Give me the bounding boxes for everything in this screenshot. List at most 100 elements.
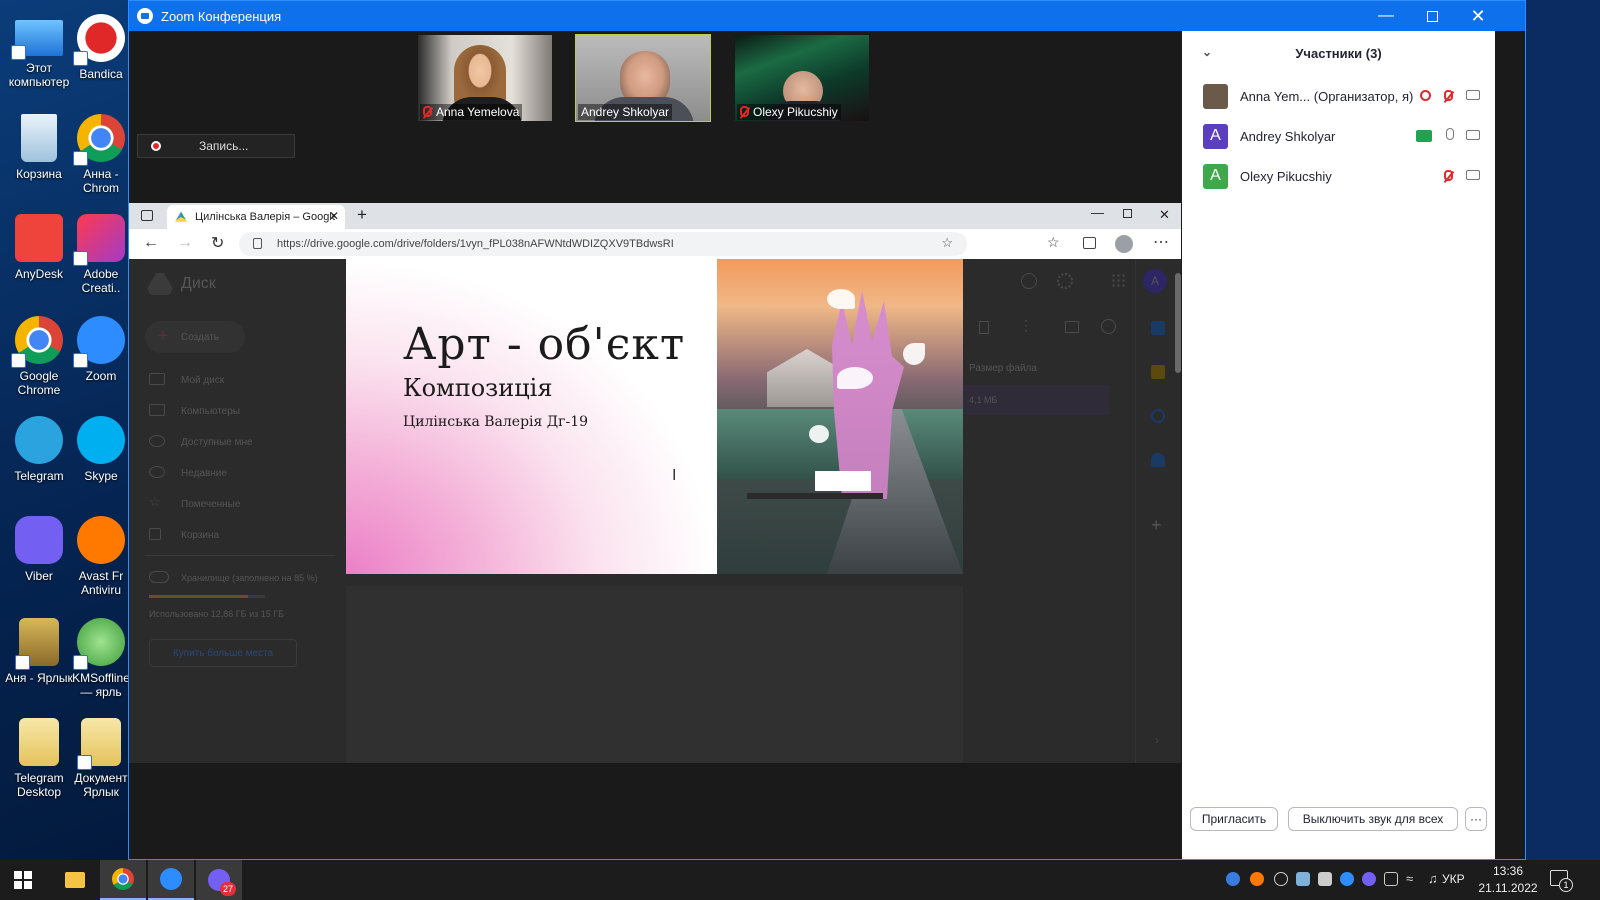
back-icon[interactable]: ← xyxy=(143,234,159,252)
drive-nav-my-drive[interactable]: Мой диск xyxy=(181,375,224,386)
desktop-icon-this-pc[interactable]: Этот компьютер xyxy=(0,8,78,108)
file-row-selected[interactable]: 4,1 МБ xyxy=(959,385,1109,415)
drive-nav-shared[interactable]: Доступные мне xyxy=(181,437,253,448)
microphone-icon[interactable] xyxy=(1446,128,1454,140)
taskbar-zoom[interactable] xyxy=(148,860,194,900)
refresh-icon[interactable]: ↻ xyxy=(211,233,224,253)
video-camera-icon[interactable] xyxy=(1466,130,1480,140)
tray-files-icon[interactable] xyxy=(1318,872,1332,886)
participant-row-olexy[interactable]: A Olexy Pikucshiy xyxy=(1182,156,1495,196)
desktop-icon-documents[interactable]: Документ Ярлык xyxy=(72,712,130,812)
video-tile-anna[interactable]: Anna Yemelova xyxy=(417,34,553,122)
mute-all-button[interactable]: Выключить звук для всех xyxy=(1288,807,1458,831)
more-vert-icon[interactable]: ⋮ xyxy=(1019,317,1033,334)
video-camera-icon[interactable] xyxy=(1466,90,1480,100)
url-input[interactable]: https://drive.google.com/drive/folders/1… xyxy=(239,232,967,256)
battery-icon[interactable] xyxy=(1384,872,1398,886)
video-tile-andrey[interactable]: Andrey Shkolyar xyxy=(575,34,711,122)
invite-button[interactable]: Пригласить xyxy=(1190,807,1278,831)
settings-gear-icon[interactable] xyxy=(1057,273,1073,289)
taskbar-chrome[interactable] xyxy=(100,860,146,900)
close-tab-icon[interactable]: ✕ xyxy=(329,209,339,223)
buy-storage-button[interactable]: Купить больше места xyxy=(149,639,297,667)
language-indicator[interactable]: УКР xyxy=(1442,872,1465,886)
help-icon[interactable] xyxy=(1021,273,1037,289)
tasks-icon[interactable] xyxy=(1151,409,1165,423)
desktop-icon-skype[interactable]: Skype xyxy=(72,410,130,510)
info-icon[interactable] xyxy=(1101,319,1116,334)
grid-view-icon[interactable] xyxy=(1065,321,1079,333)
close-window-button[interactable]: ✕ xyxy=(1455,1,1501,31)
taskbar-clock[interactable]: 13:36 21.11.2022 xyxy=(1478,863,1538,897)
profile-avatar[interactable] xyxy=(1115,235,1133,253)
recording-indicator[interactable]: Запись... xyxy=(137,134,295,158)
scrollbar-thumb[interactable] xyxy=(1175,273,1181,373)
wifi-icon[interactable]: ≈ xyxy=(1406,872,1420,886)
desktop-icon-adobe-cc[interactable]: Adobe Creati.. xyxy=(72,208,130,308)
participant-row-andrey[interactable]: A Andrey Shkolyar xyxy=(1182,116,1495,156)
calendar-icon[interactable] xyxy=(1151,321,1165,335)
mic-muted-icon[interactable] xyxy=(1444,168,1460,184)
minimize-button[interactable]: — xyxy=(1363,1,1409,31)
drive-nav-computers[interactable]: Компьютеры xyxy=(181,406,240,417)
add-addon-icon[interactable]: + xyxy=(1151,515,1162,536)
desktop-icon-recycle-bin[interactable]: Корзина xyxy=(0,108,78,208)
account-avatar[interactable]: A xyxy=(1143,269,1167,293)
chevron-down-icon[interactable]: ⌄ xyxy=(1202,45,1212,59)
desktop-icon-viber[interactable]: Viber xyxy=(0,510,78,610)
trash-icon xyxy=(149,528,161,540)
tray-avast-icon[interactable] xyxy=(1250,872,1264,886)
favorite-star-icon[interactable]: ☆ xyxy=(941,235,953,251)
taskbar-viber[interactable]: 27 xyxy=(196,860,242,900)
notification-center-icon[interactable]: 1 xyxy=(1550,870,1573,892)
mic-muted-icon xyxy=(423,106,432,117)
desktop-icon-zoom[interactable]: Zoom xyxy=(72,310,130,410)
taskbar-explorer[interactable] xyxy=(52,860,98,900)
new-tab-button[interactable]: + xyxy=(357,205,367,225)
browser-close-button[interactable]: ✕ xyxy=(1159,207,1170,223)
desktop-icon-avast[interactable]: Avast Fr Antiviru xyxy=(72,510,130,610)
desktop-icon-google-chrome[interactable]: Google Chrome xyxy=(0,310,78,410)
browser-menu-icon[interactable]: ⋯ xyxy=(1153,232,1169,252)
desktop-icon-bandicam[interactable]: Bandica xyxy=(72,8,130,108)
expand-panel-icon[interactable]: › xyxy=(1155,733,1159,747)
slide-artwork xyxy=(717,259,963,574)
desktop-icon-anya-shortcut[interactable]: Аня - Ярлык xyxy=(0,612,78,712)
volume-icon[interactable]: ♫ xyxy=(1428,872,1442,886)
tray-viber-icon[interactable] xyxy=(1362,872,1376,886)
forward-icon[interactable]: → xyxy=(177,234,193,252)
maximize-button[interactable] xyxy=(1409,1,1455,31)
collections-icon[interactable] xyxy=(1083,237,1096,249)
tray-chrome-icon[interactable] xyxy=(1274,872,1288,886)
tray-zoom-icon[interactable] xyxy=(1340,872,1354,886)
desktop-icon-anna-chrome[interactable]: Анна - Chrom xyxy=(72,108,130,208)
desktop-icon-kmsoffline[interactable]: KMSoffline — ярль xyxy=(72,612,130,712)
keep-icon[interactable] xyxy=(1151,365,1165,379)
start-button[interactable] xyxy=(0,860,46,900)
browser-minimize-button[interactable]: — xyxy=(1091,205,1104,220)
participant-row-anna[interactable]: Anna Yem... (Организатор, я) xyxy=(1182,76,1495,116)
drive-nav-recent[interactable]: Недавние xyxy=(181,468,227,479)
side-panel-divider xyxy=(1135,259,1136,763)
contacts-icon[interactable] xyxy=(1151,453,1165,467)
browser-tab-drive[interactable]: Цилінська Валерія – Google Д ✕ xyxy=(167,205,345,229)
drive-nav-starred[interactable]: Помеченные xyxy=(181,499,240,510)
drive-create-button[interactable]: + Создать xyxy=(145,321,245,353)
delete-icon[interactable] xyxy=(979,321,989,334)
mic-muted-icon[interactable] xyxy=(1444,88,1460,104)
butterfly-shape xyxy=(837,367,873,389)
video-camera-icon[interactable] xyxy=(1466,170,1480,180)
desktop-icon-telegram[interactable]: Telegram xyxy=(0,410,78,510)
zoom-title-bar[interactable]: Zoom Конференция — ✕ xyxy=(129,1,1525,31)
apps-grid-icon[interactable] xyxy=(1111,273,1125,287)
desktop-icon-anydesk[interactable]: AnyDesk xyxy=(0,208,78,308)
more-options-button[interactable]: ··· xyxy=(1465,807,1487,831)
tray-chat-icon[interactable] xyxy=(1226,872,1240,886)
desktop-icon-telegram-desktop[interactable]: Telegram Desktop xyxy=(0,712,78,812)
tray-keyboard-icon[interactable] xyxy=(1296,872,1310,886)
drive-nav-trash[interactable]: Корзина xyxy=(181,530,219,541)
browser-restore-button[interactable] xyxy=(1123,209,1132,218)
video-tile-olexy[interactable]: Olexy Pikucshiy xyxy=(734,34,870,122)
favorites-icon[interactable]: ☆ xyxy=(1047,234,1060,251)
tab-actions-icon[interactable] xyxy=(141,210,153,221)
